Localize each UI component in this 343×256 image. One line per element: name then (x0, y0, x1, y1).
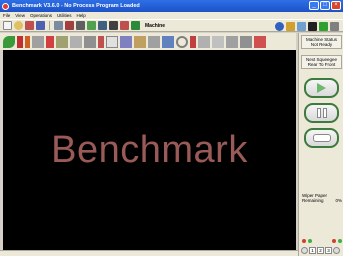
clamp-icon[interactable] (84, 35, 96, 48)
window-title: Benchmark V3.6.0 - No Process Program Lo… (12, 3, 140, 9)
wiper-paper-status: Wiper Paper Remaining 0% (302, 193, 342, 203)
menu-bar: File View Operations Utilities Help (0, 12, 343, 19)
brush-icon[interactable] (46, 35, 54, 48)
board-icon[interactable] (70, 35, 82, 48)
drill-icon[interactable] (190, 35, 196, 48)
globe-icon[interactable] (275, 22, 284, 31)
open-icon[interactable] (14, 21, 23, 30)
menu-file[interactable]: File (3, 13, 10, 18)
maximize-button[interactable]: □ (320, 1, 330, 10)
network-icon[interactable] (308, 22, 317, 31)
book-icon[interactable] (98, 21, 107, 30)
wiper-remaining-value: 0% (335, 198, 342, 203)
app-icon (2, 2, 9, 10)
leaf-icon[interactable] (3, 35, 15, 48)
led-green-icon (308, 239, 312, 243)
doc-icon[interactable] (106, 35, 118, 48)
pager-page-3[interactable]: 3 (325, 246, 332, 254)
status-bar (0, 250, 298, 256)
toolbar-separator (49, 21, 50, 30)
paste-icon[interactable] (148, 35, 160, 48)
stop-button[interactable] (304, 128, 339, 148)
blade-icon[interactable] (198, 35, 210, 48)
pager-page-1[interactable]: 1 (309, 246, 316, 254)
wrench-icon[interactable] (330, 22, 339, 31)
close-button[interactable]: × (331, 1, 341, 10)
machine-canvas[interactable]: Benchmark (3, 50, 296, 250)
next-squeegee-box: Next Squeegee Rear To Front (301, 55, 342, 69)
wiper-remaining-row: Remaining 0% (302, 198, 342, 203)
main-toolbar: Machine (0, 19, 343, 32)
pause-icon (316, 108, 327, 118)
help-icon[interactable] (286, 22, 295, 31)
wiper-remaining-label: Remaining (302, 198, 324, 203)
stop-icon (312, 134, 331, 142)
rail-icon[interactable] (226, 35, 238, 48)
title-bar: Benchmark V3.6.0 - No Process Program Lo… (0, 0, 343, 12)
menu-help[interactable]: Help (76, 13, 85, 18)
camera-icon[interactable] (65, 21, 74, 30)
stencil-icon[interactable] (32, 35, 44, 48)
next-squeegee-value: Rear To Front (307, 62, 336, 67)
menu-operations[interactable]: Operations (30, 13, 52, 18)
pager-page-2[interactable]: 2 (317, 246, 324, 254)
download-icon[interactable] (120, 21, 129, 30)
menu-utilities[interactable]: Utilities (57, 13, 72, 18)
led-red-icon (332, 239, 336, 243)
view-pager: 1 2 3 (301, 246, 342, 254)
squeegee-icon[interactable] (17, 35, 23, 48)
brand-text: Benchmark (51, 128, 248, 171)
arm-icon[interactable] (240, 35, 252, 48)
ring-icon[interactable] (176, 35, 188, 48)
side-panel: Machine Status Not Ready Next Squeegee R… (298, 33, 343, 256)
lift-icon[interactable] (120, 35, 132, 48)
machine-icon[interactable] (131, 21, 140, 30)
menu-view[interactable]: View (15, 13, 25, 18)
grid-icon[interactable] (109, 21, 118, 30)
paper-icon[interactable] (254, 35, 266, 48)
print-icon[interactable] (54, 21, 63, 30)
toolbar-right (275, 22, 339, 31)
knife-icon[interactable] (25, 35, 30, 48)
edit-icon[interactable] (25, 21, 34, 30)
print-head-icon[interactable] (162, 35, 174, 48)
play-icon (317, 83, 326, 93)
pager-prev-icon[interactable] (301, 246, 308, 254)
config-icon[interactable] (297, 22, 306, 31)
pause-button[interactable] (304, 103, 339, 123)
machine-status-value: Not Ready (310, 42, 333, 47)
folder-icon[interactable] (87, 21, 96, 30)
fork-icon[interactable] (98, 35, 104, 48)
pager-next-icon[interactable] (333, 246, 340, 254)
wiper-icon[interactable] (56, 35, 68, 48)
status-leds (302, 239, 342, 243)
led-green-icon (338, 239, 342, 243)
machine-status-box: Machine Status Not Ready (301, 35, 342, 49)
window-controls: _ □ × (309, 1, 341, 10)
process-toolbar (0, 33, 296, 50)
minimize-button[interactable]: _ (309, 1, 319, 10)
new-icon[interactable] (3, 21, 12, 30)
machine-label: Machine (145, 22, 166, 29)
ruler-icon[interactable] (212, 35, 224, 48)
list-icon[interactable] (319, 22, 328, 31)
save-icon[interactable] (36, 21, 45, 30)
run-button[interactable] (304, 78, 339, 98)
scraper-icon[interactable] (134, 35, 146, 48)
printer-icon[interactable] (76, 21, 85, 30)
led-red-icon (302, 239, 306, 243)
